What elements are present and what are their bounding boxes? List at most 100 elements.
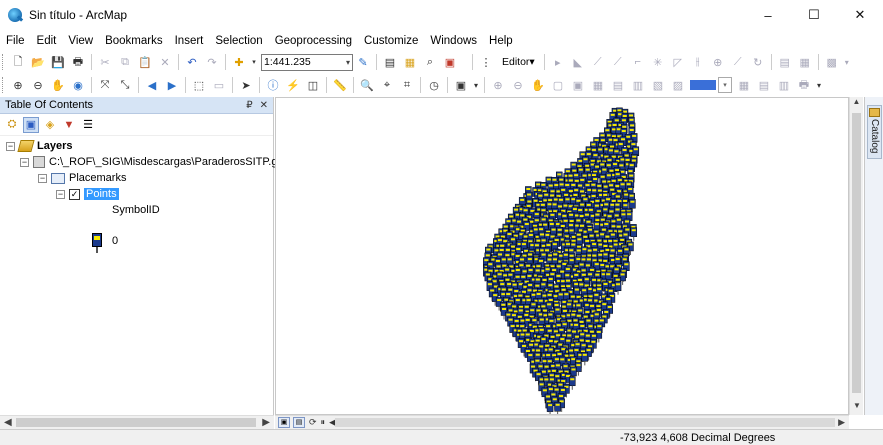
map-canvas[interactable]: [276, 98, 848, 414]
menu-selection[interactable]: Selection: [209, 35, 268, 47]
layout-forward-icon[interactable]: ▥: [629, 76, 647, 94]
save-icon[interactable]: 💾: [49, 53, 67, 71]
editor-toolbar-icon[interactable]: ✎: [354, 53, 372, 71]
find-icon[interactable]: 🔍: [358, 76, 376, 94]
toolbar-options-icon[interactable]: ▾: [843, 53, 851, 71]
zoom-out-icon[interactable]: ⊖: [29, 76, 47, 94]
focus-data-frame-icon[interactable]: ▨: [669, 76, 687, 94]
pin-icon[interactable]: ₽: [246, 100, 252, 111]
page-layout-icon[interactable]: ▥: [775, 76, 793, 94]
toolbar-grip[interactable]: [2, 54, 5, 70]
close-icon[interactable]: ✕: [260, 100, 268, 111]
find-route-icon[interactable]: ⌖: [378, 76, 396, 94]
straight-segment-icon[interactable]: ⟋: [589, 53, 607, 71]
print-preview-icon[interactable]: 🖶: [795, 76, 813, 94]
reshape-icon[interactable]: ⫲: [689, 53, 707, 71]
split-icon[interactable]: ⟋: [729, 53, 747, 71]
menu-view[interactable]: View: [62, 35, 99, 47]
scroll-down-icon[interactable]: ▼: [850, 401, 864, 415]
toolbar-grip[interactable]: [2, 77, 5, 93]
layout-back-icon[interactable]: ▤: [609, 76, 627, 94]
scroll-thumb[interactable]: [852, 113, 861, 393]
html-popup-icon[interactable]: ◫: [304, 76, 322, 94]
layout-fixed-zoom-icon[interactable]: ▦: [589, 76, 607, 94]
identify-icon[interactable]: ⓘ: [264, 76, 282, 94]
arctoolbox-icon[interactable]: ▣: [441, 53, 459, 71]
scroll-up-icon[interactable]: ▲: [850, 97, 863, 111]
create-features-icon[interactable]: ▩: [823, 53, 841, 71]
sketch-properties-icon[interactable]: ▦: [796, 53, 814, 71]
edit-tool-icon[interactable]: ▸: [549, 53, 567, 71]
fixed-zoom-out-icon[interactable]: ⤡: [116, 76, 134, 94]
map-vertical-scrollbar[interactable]: ▲ ▼: [849, 97, 863, 415]
catalog-tab[interactable]: Catalog: [867, 105, 882, 159]
back-extent-icon[interactable]: ◀: [143, 76, 161, 94]
point-icon[interactable]: ✳: [649, 53, 667, 71]
pause-drawing-icon[interactable]: ⏸: [321, 417, 326, 428]
paste-icon[interactable]: 📋: [136, 53, 154, 71]
scroll-left-icon[interactable]: ◀: [4, 417, 12, 428]
scroll-right-icon[interactable]: ▶: [838, 417, 845, 428]
redo-icon[interactable]: ↷: [203, 53, 221, 71]
toolbar-options-icon[interactable]: ▾: [472, 76, 480, 94]
bus-stop-point[interactable]: [614, 281, 622, 295]
create-viewer-icon[interactable]: ▣: [452, 76, 470, 94]
forward-extent-icon[interactable]: ▶: [163, 76, 181, 94]
legend-bus-stop-symbol-icon[interactable]: [92, 233, 102, 253]
time-slider-icon[interactable]: ◷: [425, 76, 443, 94]
map-display[interactable]: [275, 97, 849, 415]
refresh-icon[interactable]: ⟳: [309, 417, 317, 428]
select-elements-icon[interactable]: ➤: [237, 76, 255, 94]
chevron-down-icon[interactable]: ▾: [718, 77, 732, 93]
menu-file[interactable]: File: [0, 35, 31, 47]
menu-insert[interactable]: Insert: [169, 35, 210, 47]
new-document-icon[interactable]: 🗋: [9, 53, 27, 71]
points-layer-label[interactable]: Points: [84, 188, 119, 200]
scroll-right-icon[interactable]: ▶: [262, 417, 270, 428]
search-window-icon[interactable]: ⌕: [421, 53, 439, 71]
clear-selection-icon[interactable]: ▭: [210, 76, 228, 94]
bus-stop-point[interactable]: [630, 227, 638, 241]
bus-stop-point[interactable]: [581, 352, 589, 366]
data-view-button[interactable]: ▣: [278, 417, 290, 428]
print-icon[interactable]: 🖶: [69, 53, 87, 71]
menu-bookmarks[interactable]: Bookmarks: [99, 35, 169, 47]
layout-view-button[interactable]: ▤: [293, 417, 305, 428]
bus-stop-point[interactable]: [554, 402, 561, 414]
layer-visibility-checkbox[interactable]: ✓: [69, 188, 80, 200]
pan-hand-icon[interactable]: ✋: [49, 76, 67, 94]
scroll-thumb[interactable]: [16, 418, 256, 427]
menu-edit[interactable]: Edit: [31, 35, 63, 47]
tree-row-placemarks[interactable]: − Placemarks: [38, 171, 126, 185]
maximize-button[interactable]: ☐: [791, 0, 837, 30]
toc-options-icon[interactable]: ☰: [80, 117, 96, 133]
bus-stop-point[interactable]: [569, 376, 576, 390]
attributes-icon[interactable]: ▤: [776, 53, 794, 71]
data-driven-pages-icon[interactable]: ▤: [755, 76, 773, 94]
edit-vertices-icon[interactable]: ◸: [669, 53, 687, 71]
map-horizontal-scrollbar[interactable]: [335, 418, 835, 427]
list-by-drawing-order-icon[interactable]: ⛭: [4, 117, 20, 133]
tree-row-points[interactable]: − ✓ Points: [56, 187, 119, 201]
edit-annotation-icon[interactable]: ◣: [569, 53, 587, 71]
chevron-down-icon[interactable]: ▾: [346, 58, 350, 67]
collapse-icon[interactable]: −: [6, 141, 15, 151]
measure-icon[interactable]: 📏: [331, 76, 349, 94]
tree-row-source[interactable]: − C:\_ROF\_SIG\Misdescargas\ParaderosSIT…: [20, 155, 277, 169]
zoom-100-icon[interactable]: ▣: [569, 76, 587, 94]
toggle-draft-icon[interactable]: ▧: [649, 76, 667, 94]
table-of-contents-icon[interactable]: ▤: [381, 53, 399, 71]
toolbar-options-icon[interactable]: ▾: [815, 76, 823, 94]
menu-customize[interactable]: Customize: [358, 35, 424, 47]
close-button[interactable]: ✕: [837, 0, 883, 30]
editor-grip-icon[interactable]: ⋮: [477, 53, 495, 71]
editor-menu-button[interactable]: Editor▾: [499, 56, 538, 68]
list-by-visibility-icon[interactable]: ◈: [42, 117, 58, 133]
map-scale-input[interactable]: 1:441.235 ▾: [261, 53, 353, 71]
collapse-icon[interactable]: −: [38, 173, 47, 183]
bus-stop-point[interactable]: [546, 402, 554, 414]
catalog-window-icon[interactable]: ▦: [401, 53, 419, 71]
layout-pan-icon[interactable]: ✋: [529, 76, 547, 94]
cut-icon[interactable]: ✂: [96, 53, 114, 71]
menu-help[interactable]: Help: [483, 35, 519, 47]
